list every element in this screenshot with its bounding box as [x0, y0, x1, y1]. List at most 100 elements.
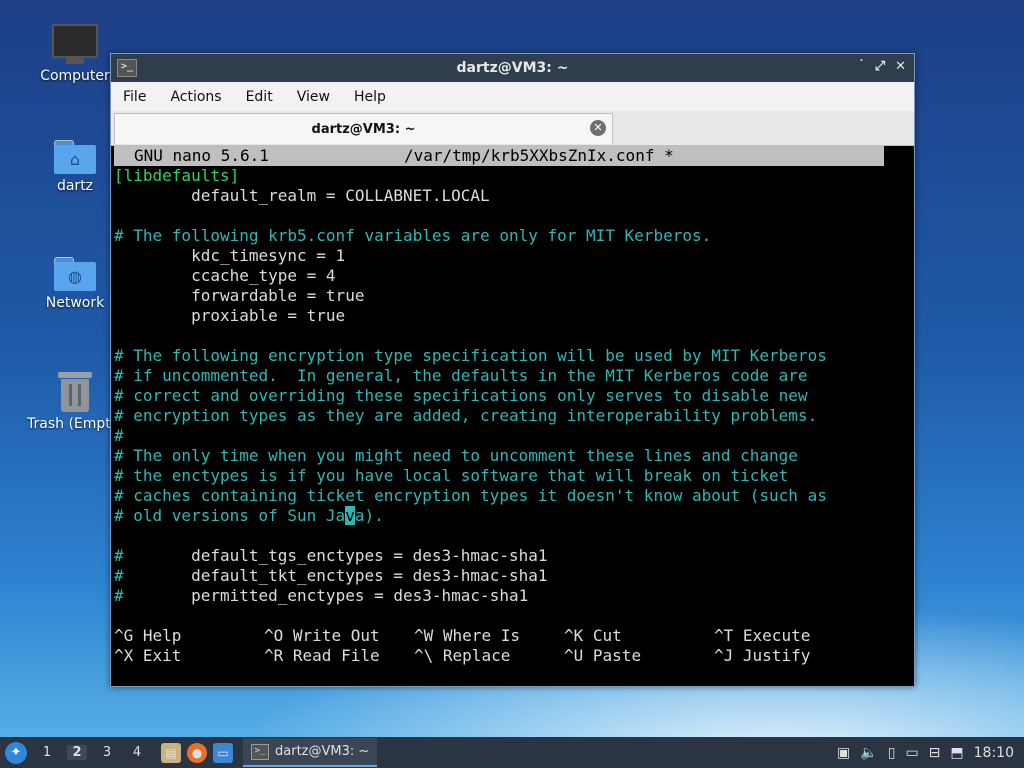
menu-file[interactable]: File [111, 89, 158, 105]
shortcut-label: Replace [442, 646, 511, 665]
desktop-icon-trash[interactable]: Trash (Empty) [27, 372, 125, 432]
code-line: # [114, 426, 124, 445]
nano-header: GNU nano 5.6.1/var/tmp/krb5XXbsZnIx.conf… [114, 146, 884, 166]
taskbar: ✦ 1 2 3 4 ▤ ● ▭ >_ dartz@VM3: ~ ▣ 🔈 ▯ ▭ … [0, 737, 1024, 768]
menu-help[interactable]: Help [342, 89, 398, 105]
nano-filename: /var/tmp/krb5XXbsZnIx.conf * [404, 146, 674, 165]
window-title: dartz@VM3: ~ [456, 60, 569, 76]
shortcut-help[interactable]: ^G Help [114, 626, 181, 646]
code-line: kdc_timesync = 1 [114, 246, 346, 265]
tab-close-icon[interactable]: ✕ [590, 120, 606, 136]
code-line-text: permitted_enctypes = des3-hmac-sha1 [123, 586, 529, 605]
shortcut-cut[interactable]: ^K Cut [564, 626, 622, 646]
shortcut-key: ^U [564, 646, 584, 665]
code-line: [libdefaults] [114, 166, 240, 185]
tab-terminal[interactable]: dartz@VM3: ~ ✕ [114, 113, 613, 144]
workspace-1[interactable]: 1 [37, 745, 57, 760]
minimize-button[interactable]: ˙ [858, 59, 865, 74]
nano-version: GNU nano 5.6.1 [134, 146, 269, 165]
start-menu-icon[interactable]: ✦ [5, 741, 27, 764]
code-line: # The only time when you might need to u… [114, 446, 798, 465]
computer-icon [27, 24, 123, 64]
shortcut-paste[interactable]: ^U Paste [564, 646, 641, 666]
desktop-icon-home[interactable]: ⌂ dartz [27, 140, 123, 194]
shortcut-where-is[interactable]: ^W Where Is [414, 626, 520, 646]
trash-icon [27, 372, 123, 412]
shortcut-label: Where Is [442, 626, 520, 645]
desktop-icon-label: Trash (Empty) [27, 416, 125, 432]
shortcut-key: ^K [564, 626, 584, 645]
shortcut-justify[interactable]: ^J Justify [714, 646, 810, 666]
workspace-4[interactable]: 4 [127, 745, 147, 760]
desktop-icon[interactable]: ▭ [213, 742, 233, 763]
shortcut-execute[interactable]: ^T Execute [714, 626, 810, 646]
menu-actions[interactable]: Actions [158, 89, 233, 105]
tab-label: dartz@VM3: ~ [311, 121, 416, 137]
taskbar-terminal-task[interactable]: >_ dartz@VM3: ~ [243, 738, 378, 767]
code-line: forwardable = true [114, 286, 365, 305]
shortcut-label: Read File [292, 646, 380, 665]
shortcut-exit[interactable]: ^X Exit [114, 646, 181, 666]
code-line: # The following encryption type specific… [114, 346, 827, 365]
desktop-icon-network[interactable]: ◍ Network [27, 257, 123, 311]
code-line: default_realm = COLLABNET.LOCAL [114, 186, 490, 205]
battery-icon[interactable]: ▭ [905, 745, 918, 761]
volume-icon[interactable]: 🔈 [860, 745, 877, 761]
code-line: # default_tkt_enctypes = des3-hmac-sha1 [114, 566, 547, 586]
code-line: # the enctypes is if you have local soft… [114, 466, 789, 485]
text-cursor: v [345, 506, 355, 525]
maximize-button[interactable]: ⤢ [875, 59, 885, 74]
system-tray: ▣ 🔈 ▯ ▭ ⊟ ⬒ 18:10 [837, 737, 1024, 768]
shortcut-key: ^\ [414, 646, 434, 665]
menu-edit[interactable]: Edit [234, 89, 285, 105]
code-line-cursor: # old versions of Sun Java). [114, 506, 384, 526]
code-line: # The following krb5.conf variables are … [114, 226, 712, 245]
workspace-2[interactable]: 2 [67, 745, 87, 760]
network-folder-icon: ◍ [27, 257, 123, 291]
menu-bar: File Actions Edit View Help [111, 82, 914, 111]
clock: 18:10 [973, 744, 1014, 761]
file-manager-icon[interactable]: ▤ [161, 742, 181, 763]
code-line-text: default_tkt_enctypes = des3-hmac-sha1 [123, 566, 548, 585]
task-label: dartz@VM3: ~ [275, 744, 370, 759]
tab-bar: dartz@VM3: ~ ✕ [111, 111, 914, 146]
shortcut-label: Cut [592, 626, 622, 645]
desktop-icon-label: dartz [56, 178, 94, 194]
shortcut-label: Help [142, 626, 182, 645]
home-folder-icon: ⌂ [27, 140, 123, 174]
printer-icon[interactable]: ▣ [837, 745, 850, 761]
shortcut-label: Execute [742, 626, 811, 645]
shortcut-key: ^W [414, 626, 434, 645]
desktop-icon-label: Network [45, 295, 105, 311]
code-line: proxiable = true [114, 306, 346, 325]
menu-view[interactable]: View [285, 89, 342, 105]
shortcut-key: ^X [114, 646, 134, 665]
shortcut-label: Justify [742, 646, 811, 665]
desktop-icon-computer[interactable]: Computer [27, 24, 123, 84]
code-line: # default_tgs_enctypes = des3-hmac-sha1 [114, 546, 547, 566]
shortcut-key: ^O [264, 626, 284, 645]
code-line: # if uncommented. In general, the defaul… [114, 366, 808, 385]
comment-marker: # [114, 546, 124, 565]
shortcut-replace[interactable]: ^\ Replace [414, 646, 510, 666]
code-line: # correct and overriding these specifica… [114, 386, 808, 405]
firefox-icon[interactable]: ● [187, 742, 207, 763]
code-line: # permitted_enctypes = des3-hmac-sha1 [114, 586, 528, 606]
updates-icon[interactable]: ⬒ [950, 745, 963, 761]
clipboard-icon[interactable]: ▯ [888, 745, 896, 761]
cursor-line-text: # old versions of Sun Java). [114, 506, 384, 525]
shortcut-label: Exit [142, 646, 182, 665]
desktop-icon-label: Computer [40, 68, 110, 84]
shortcut-label: Paste [592, 646, 642, 665]
window-titlebar[interactable]: >_ dartz@VM3: ~ ˙ ⤢ ✕ [111, 54, 914, 82]
code-line: # encryption types as they are added, cr… [114, 406, 818, 425]
shortcut-write-out[interactable]: ^O Write Out [264, 626, 380, 646]
terminal-icon: >_ [251, 743, 269, 760]
network-icon[interactable]: ⊟ [929, 745, 941, 761]
close-button[interactable]: ✕ [895, 59, 906, 74]
terminal-area[interactable]: GNU nano 5.6.1/var/tmp/krb5XXbsZnIx.conf… [114, 146, 911, 684]
workspace-3[interactable]: 3 [97, 745, 117, 760]
shortcut-key: ^G [114, 626, 134, 645]
shortcut-read-file[interactable]: ^R Read File [264, 646, 380, 666]
code-line: ccache_type = 4 [114, 266, 336, 285]
